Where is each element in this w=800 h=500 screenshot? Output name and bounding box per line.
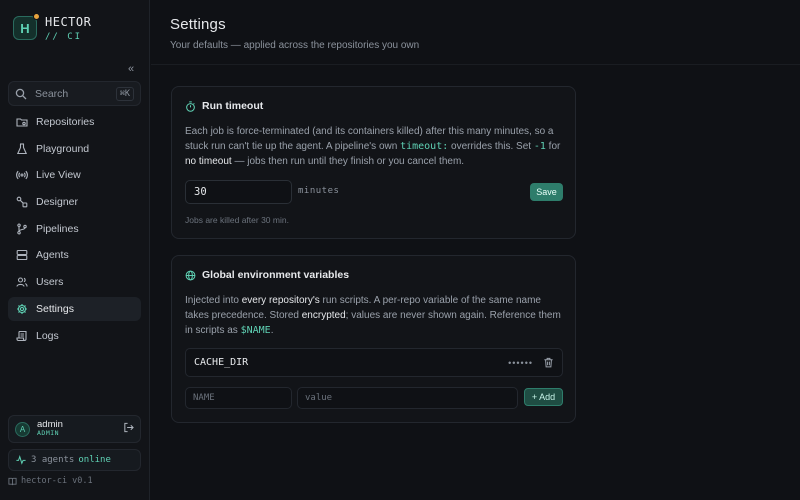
logout-button[interactable] [123,422,134,436]
sidebar-item-label: Agents [36,249,69,262]
version-label: hector-ci v0.1 [8,476,93,486]
sidebar-item-label: Repositories [36,116,95,128]
brand-subtitle: // CI [45,32,83,42]
search-icon [15,88,27,99]
env-var-masked-value: •••••• [508,357,533,368]
globe-icon [185,270,196,280]
brand[interactable]: H HECTOR // CI [13,13,92,44]
env-vars-title: Global environment variables [185,269,349,281]
user-card: A admin ADMIN [8,415,141,443]
desc-highlight: no timeout [185,156,232,167]
desc-code: -1 [533,141,546,152]
trash-icon[interactable] [543,357,554,368]
version-text: hector-ci v0.1 [21,476,93,486]
branch-icon [17,223,27,235]
user-name: admin [37,419,63,430]
agents-online-label: online [78,455,111,465]
agents-count: 3 agents [31,455,75,465]
agents-status[interactable]: 3 agents online [8,449,141,471]
broadcast-icon [16,171,28,180]
sidebar-item-label: Users [36,276,64,289]
sidebar-item-label: Logs [36,329,59,342]
sidebar-item-label: Live View [36,169,81,182]
page-subtitle: Your defaults — applied across the repos… [170,40,420,51]
search-placeholder: Search [35,87,69,100]
timeout-hint: Jobs are killed after 30 min. [185,215,289,225]
run-timeout-description: Each job is force-terminated (and its co… [185,124,565,169]
search-shortcut: ⌘K [115,86,134,101]
designer-icon [16,196,28,208]
sidebar-item-settings[interactable]: Settings [8,296,141,321]
book-icon [8,477,17,485]
search-box[interactable]: Search ⌘K [8,81,141,106]
env-vars-description: Injected into every repository's run scr… [185,293,565,338]
page-title: Settings [170,16,226,33]
users-icon [16,277,28,287]
sidebar-item-playground[interactable]: Playground [8,137,141,161]
sidebar-item-label: Settings [36,302,74,315]
desc-text: for [545,141,561,152]
add-variable-button[interactable]: + Add [524,388,563,406]
repositories-icon [16,118,28,127]
desc-highlight: every repository's [241,295,320,306]
sidebar-item-agents[interactable]: Agents [8,243,141,267]
desc-text: — jobs then run until they finish or you… [231,156,465,167]
logo-letter: H [20,20,30,36]
sidebar-item-repositories[interactable]: Repositories [8,110,141,134]
desc-highlight: encrypted [301,310,346,321]
sidebar-item-pipelines[interactable]: Pipelines [8,217,141,241]
collapse-sidebar-icon[interactable]: « [125,63,137,75]
desc-code: timeout: [400,141,449,152]
brand-name: HECTOR [45,15,92,29]
sidebar-nav: Repositories Playground Live View Design… [8,110,141,350]
sidebar-item-logs[interactable]: Logs [8,324,141,348]
env-var-key: CACHE_DIR [194,357,249,368]
desc-text: overrides this. Set [448,141,534,152]
save-button[interactable]: Save [530,183,563,201]
sidebar-item-label: Pipelines [36,222,79,235]
env-vars-card: Global environment variables Injected in… [171,255,576,423]
sidebar-item-label: Designer [36,196,79,209]
timeout-unit-label: minutes [298,186,340,196]
run-timeout-card: Run timeout Each job is force-terminated… [171,86,576,239]
run-timeout-title: Run timeout [185,100,263,112]
gear-icon [17,303,27,314]
desc-code: $NAME [240,325,271,336]
logout-icon [124,422,134,433]
avatar[interactable]: A [15,421,30,437]
activity-icon [16,455,26,465]
page-header: Settings Your defaults — applied across … [170,16,419,51]
sidebar-item-users[interactable]: Users [8,270,141,294]
desc-text: Injected into [185,295,242,306]
sidebar-item-designer[interactable]: Designer [8,190,141,214]
header-divider [151,64,800,65]
sidebar-item-live-view[interactable]: Live View [8,163,141,187]
run-timeout-title-text: Run timeout [202,100,264,112]
flask-icon [16,143,28,154]
stopwatch-icon [186,100,195,112]
env-vars-title-text: Global environment variables [202,269,350,281]
logo-status-dot [33,13,40,20]
env-name-input[interactable]: NAME [185,387,292,409]
desc-text: . [270,325,274,336]
user-role: ADMIN [37,429,60,437]
env-value-input[interactable]: value [297,387,518,409]
timeout-minutes-input[interactable]: 30 [185,180,292,204]
sidebar-item-label: Playground [36,142,90,155]
server-icon [16,250,28,261]
sidebar: H HECTOR // CI « Search ⌘K Repositories … [0,0,150,500]
logo: H [13,13,40,40]
scroll-icon [16,330,27,341]
env-var-row: CACHE_DIR •••••• [185,348,563,377]
